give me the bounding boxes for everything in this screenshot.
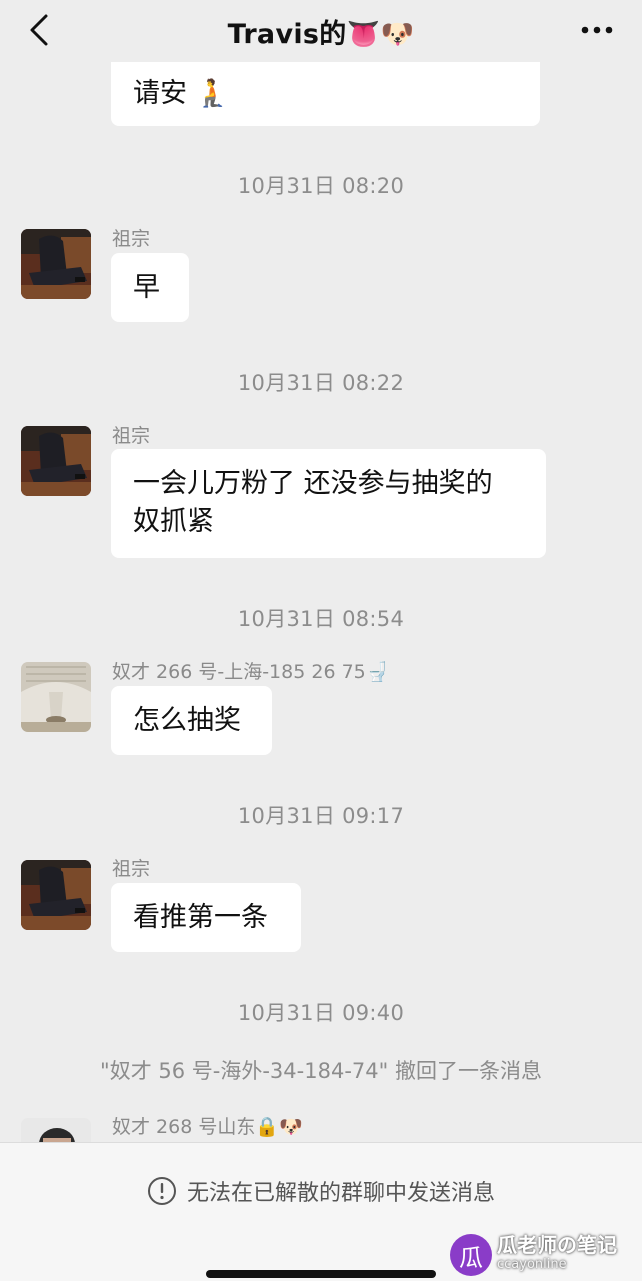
watermark-text-block: 瓜老师の笔记 ccayonline — [497, 1235, 617, 1275]
sender-name: 奴才 268 号山东🔒🐶 — [112, 1116, 303, 1138]
message-bubble[interactable]: 看推第一条 — [111, 883, 301, 952]
more-dots-icon — [581, 26, 613, 34]
message-text: 怎么抽奖 — [133, 705, 241, 736]
message-bubble[interactable]: 一会儿万粉了 还没参与抽奖的 奴抓紧 — [111, 449, 546, 558]
recall-notice: "奴才 56 号-海外-34-184-74" 撤回了一条消息 — [100, 1059, 542, 1083]
timestamp: 10月31日 09:40 — [237, 1001, 405, 1025]
timestamp: 10月31日 08:22 — [237, 371, 405, 395]
avatar[interactable] — [21, 662, 91, 732]
disbanded-notice: 无法在已解散的群聊中发送消息 — [0, 1175, 642, 1207]
timestamp: 10月31日 08:20 — [237, 174, 405, 198]
watermark-logo: 瓜 — [450, 1234, 492, 1276]
avatar[interactable] — [21, 860, 91, 930]
sender-name: 奴才 266 号-上海-185 26 75🚽 — [112, 661, 390, 683]
alert-circle-icon — [147, 1177, 176, 1205]
notice-text: 无法在已解散的群聊中发送消息 — [186, 1181, 495, 1206]
chat-title: Travis的👅🐶 — [227, 19, 415, 50]
message-text: 请安 🧎 — [133, 78, 230, 109]
message-text-line: 一会儿万粉了 还没参与抽奖的 — [133, 468, 493, 499]
sender-name: 祖宗 — [112, 228, 151, 250]
avatar[interactable] — [21, 426, 91, 496]
chat-header: Travis的👅🐶 — [0, 0, 642, 62]
message-text: 早 — [133, 272, 160, 303]
avatar-image — [21, 860, 91, 930]
message-bubble[interactable]: 怎么抽奖 — [111, 686, 272, 755]
watermark-subtext: ccayonline — [497, 1257, 567, 1272]
watermark: 瓜 瓜老师の笔记 ccayonline — [450, 1232, 638, 1278]
sender-name: 祖宗 — [112, 425, 151, 447]
avatar-image — [21, 229, 91, 299]
avatar-image — [21, 662, 91, 732]
more-button[interactable] — [580, 20, 614, 40]
timestamp: 10月31日 08:54 — [237, 607, 405, 631]
avatar-image — [21, 426, 91, 496]
avatar[interactable] — [21, 229, 91, 299]
home-indicator[interactable] — [206, 1270, 436, 1278]
message-text: 看推第一条 — [133, 902, 268, 933]
message-text-line: 奴抓紧 — [133, 506, 214, 537]
sender-name: 祖宗 — [112, 858, 151, 880]
timestamp: 10月31日 09:17 — [237, 804, 405, 828]
watermark-text: 瓜老师の笔记 — [497, 1233, 617, 1257]
message-bubble[interactable]: 早 — [111, 253, 189, 322]
